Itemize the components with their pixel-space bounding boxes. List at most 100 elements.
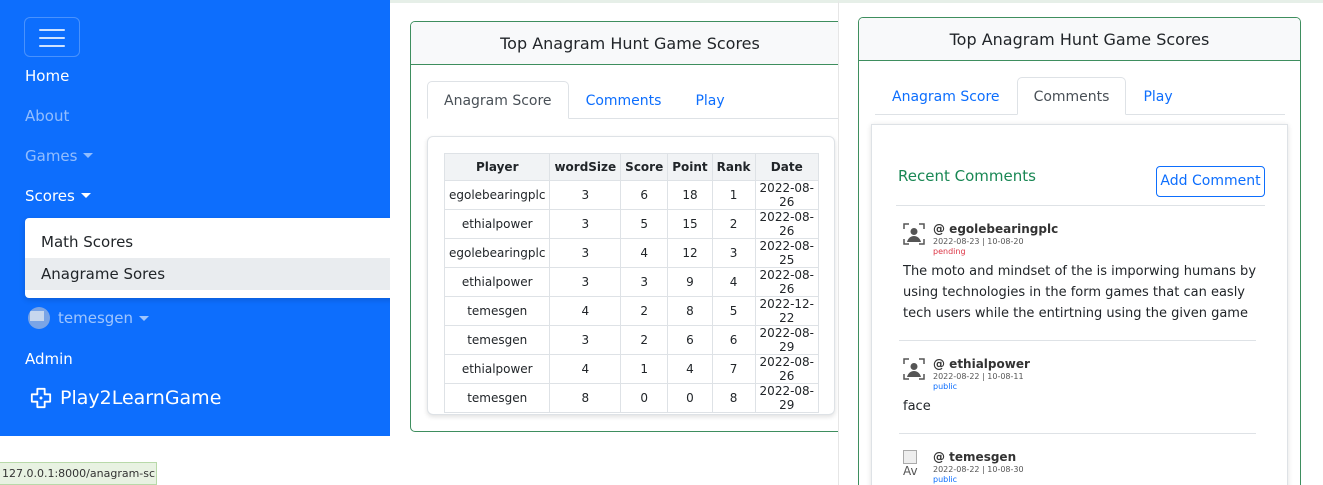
user-avatar-icon: [903, 223, 925, 245]
table-cell: 6: [667, 325, 713, 355]
table-cell: 0: [667, 383, 713, 413]
table-cell: 0: [620, 383, 669, 413]
tab-anagram-score[interactable]: Anagram Score: [427, 81, 569, 119]
table-cell: 2022-08-26: [754, 267, 820, 297]
table-row: temesgen 3 2 6 6 2022-08-29: [443, 325, 820, 355]
table-cell: 2022-08-26: [754, 354, 820, 384]
table-cell: 3: [549, 238, 622, 268]
comment-text: face: [903, 399, 931, 414]
navbar-sidebar: Home About Games Scores Math Scores Anag…: [0, 0, 395, 436]
table-cell: 8: [549, 383, 622, 413]
comments-tabs: Anagram Score Comments Play: [875, 77, 1285, 115]
table-cell: 1: [620, 354, 669, 384]
nav-about-link[interactable]: About: [25, 107, 69, 125]
comment-author[interactable]: @ egolebearingplc: [933, 222, 1058, 236]
column-header: Score: [620, 153, 669, 181]
tab-play[interactable]: Play: [1126, 77, 1189, 115]
caret-down-icon: [139, 315, 150, 321]
brand-link[interactable]: Play2LearnGame: [30, 387, 221, 409]
table-row: temesgen 4 2 8 5 2022-12-22: [443, 296, 820, 326]
username-label: temesgen: [58, 309, 134, 327]
tab-play[interactable]: Play: [678, 81, 741, 119]
comment-date: 2022-08-22 | 10-08-30: [933, 465, 1024, 474]
comment-author[interactable]: @ ethialpower: [933, 357, 1030, 371]
table-cell: 2: [711, 209, 756, 239]
brand-name: Play2LearnGame: [60, 387, 222, 409]
tab-comments[interactable]: Comments: [1016, 77, 1127, 115]
table-cell: 2022-08-26: [754, 180, 820, 210]
scores-card: Top Anagram Hunt Game Scores Anagram Sco…: [410, 21, 850, 432]
table-cell: 12: [667, 238, 713, 268]
card-title: Top Anagram Hunt Game Scores: [411, 22, 849, 65]
table-cell: 2022-08-26: [754, 209, 820, 239]
divider: [899, 340, 1256, 341]
scores-tabs: Anagram Score Comments Play: [427, 81, 849, 119]
table-cell: 3: [549, 209, 622, 239]
nav-games-dropdown[interactable]: Games: [25, 147, 94, 165]
nav-scores-dropdown[interactable]: Scores: [25, 187, 91, 205]
user-dropdown[interactable]: temesgen: [28, 307, 150, 329]
table-cell: temesgen: [443, 325, 551, 355]
add-comment-button[interactable]: Add Comment: [1156, 166, 1265, 197]
comment-status: pending: [933, 247, 966, 256]
table-cell: 3: [549, 325, 622, 355]
table-cell: 15: [667, 209, 713, 239]
table-cell: 2022-08-29: [754, 383, 820, 413]
comments-container: Recent Comments Add Comment @ egolebeari…: [871, 124, 1288, 485]
table-cell: 5: [620, 209, 669, 239]
table-cell: 7: [711, 354, 756, 384]
hamburger-icon: [39, 29, 65, 31]
column-header: wordSize: [549, 153, 622, 181]
table-cell: 2022-08-25: [754, 238, 820, 268]
navbar-toggler-button[interactable]: [24, 17, 80, 57]
user-avatar-icon: [903, 358, 925, 380]
table-cell: 1: [711, 180, 756, 210]
table-row: ethialpower 3 5 15 2 2022-08-26: [443, 209, 820, 239]
table-row: temesgen 8 0 0 8 2022-08-29: [443, 383, 820, 413]
table-cell: 6: [711, 325, 756, 355]
caret-down-icon: [80, 193, 91, 198]
table-cell: 9: [667, 267, 713, 297]
table-cell: temesgen: [443, 296, 551, 326]
comment-author[interactable]: @ temesgen: [933, 450, 1016, 464]
table-row: egolebearingplc 3 4 12 3 2022-08-25: [443, 238, 820, 268]
dropdown-item-math-scores[interactable]: Math Scores: [25, 226, 390, 258]
recent-comments-title: Recent Comments: [898, 167, 1036, 185]
table-cell: 2022-08-29: [754, 325, 820, 355]
scores-table: Player wordSize Score Point Rank Date eg…: [443, 153, 820, 413]
table-cell: 18: [667, 180, 713, 210]
comment-date: 2022-08-22 | 10-08-11: [933, 372, 1024, 381]
browser-status-url: 127.0.0.1:8000/anagram-sc...: [0, 462, 157, 485]
table-cell: ethialpower: [443, 267, 551, 297]
comment-status: public: [933, 475, 958, 484]
table-header-row: Player wordSize Score Point Rank Date: [443, 153, 820, 181]
user-avatar-broken: Av: [903, 450, 921, 478]
table-row: egolebearingplc 3 6 18 1 2022-08-26: [443, 180, 820, 210]
table-cell: 3: [549, 180, 622, 210]
tab-comments[interactable]: Comments: [569, 81, 679, 119]
column-header: Date: [754, 153, 820, 181]
tab-anagram-score[interactable]: Anagram Score: [875, 77, 1017, 115]
table-cell: 4: [549, 296, 622, 326]
table-cell: 2: [620, 325, 669, 355]
divider: [896, 205, 1265, 206]
column-header: Point: [667, 153, 713, 181]
dropdown-item-anagram-scores[interactable]: Anagrame Sores: [25, 258, 390, 290]
scores-dropdown-menu: Math Scores Anagrame Sores: [25, 218, 395, 298]
nav-home-link[interactable]: Home: [25, 67, 69, 85]
column-header: Player: [443, 153, 551, 181]
comment-text: The moto and mindset of the is imporwing…: [903, 264, 1257, 321]
table-cell: 4: [620, 238, 669, 268]
divider: [899, 433, 1256, 434]
scores-table-container: Player wordSize Score Point Rank Date eg…: [427, 136, 835, 415]
table-cell: 3: [620, 267, 669, 297]
table-cell: temesgen: [443, 383, 551, 413]
comment-date: 2022-08-23 | 10-08-20: [933, 237, 1024, 246]
table-cell: 5: [711, 296, 756, 326]
caret-down-icon: [83, 153, 94, 158]
table-cell: 4: [549, 354, 622, 384]
nav-admin-link[interactable]: Admin: [25, 350, 73, 368]
table-cell: ethialpower: [443, 354, 551, 384]
comments-card: Top Anagram Hunt Game Scores Anagram Sco…: [858, 17, 1301, 485]
table-cell: 3: [549, 267, 622, 297]
